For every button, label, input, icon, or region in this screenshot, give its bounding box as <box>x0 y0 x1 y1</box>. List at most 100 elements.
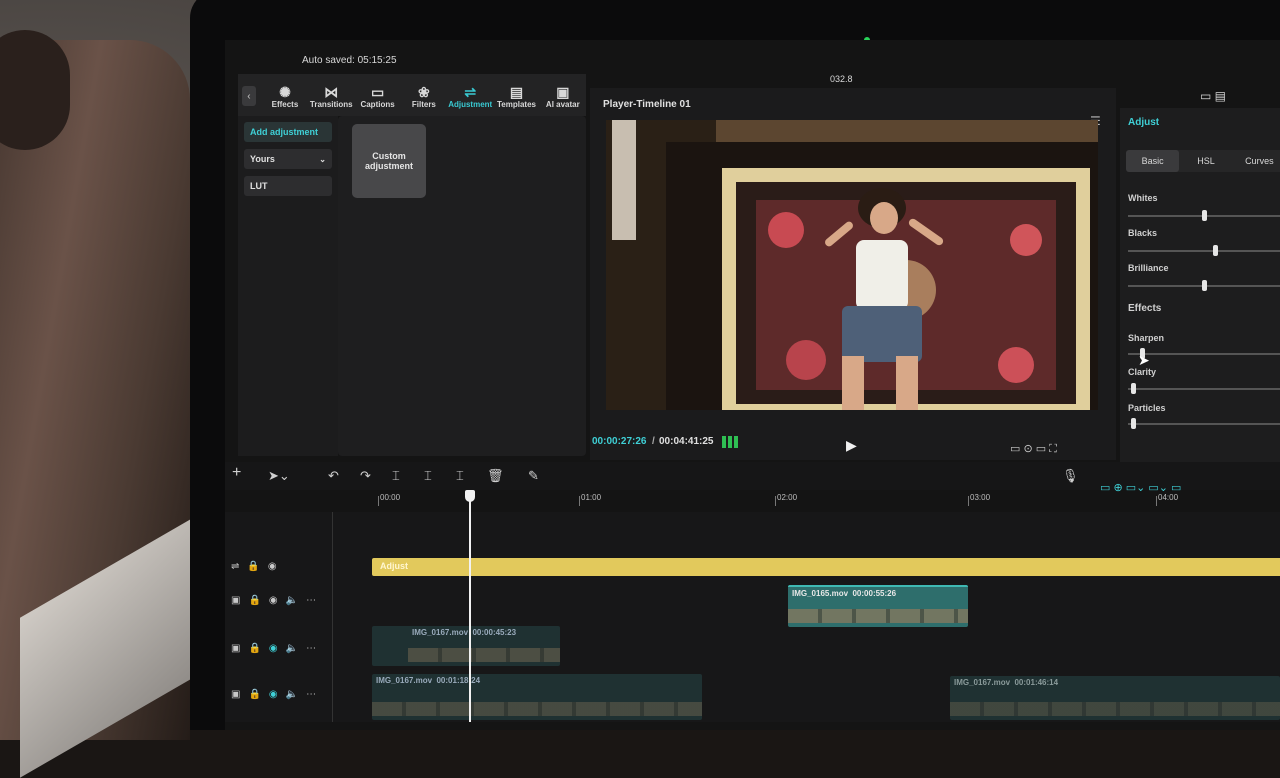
video-clip[interactable]: IMG_0167.mov 00:01:18:24 <box>372 674 702 720</box>
ruler-label: 01:00 <box>581 493 601 502</box>
add-adjustment-button[interactable]: Add adjustment <box>244 122 332 142</box>
tab-ai-avatar[interactable]: ▣AI avatar <box>540 76 586 116</box>
speaker-icon[interactable]: 🔈 <box>286 595 298 606</box>
clip-thumbnails <box>408 648 560 662</box>
ruler-tick <box>1156 496 1157 506</box>
effects-icon: ✺ <box>279 84 291 100</box>
clarity-knob[interactable] <box>1131 383 1136 394</box>
tab-adjustment[interactable]: ⇌Adjustment <box>447 76 493 116</box>
eye-icon[interactable]: ◉ <box>269 643 278 654</box>
ai-avatar-icon: ▣ <box>556 84 569 100</box>
sharpen-slider[interactable] <box>1128 353 1280 355</box>
tab-hsl[interactable]: HSL <box>1179 150 1232 172</box>
track-header-video-3: ▣ 🔒 ◉ 🔈 ⋯ <box>225 676 333 712</box>
back-arrow-icon[interactable]: ‹ <box>242 86 256 106</box>
chevron-down-icon: ⌄ <box>319 155 326 164</box>
adjust-tabs: Basic HSL Curves <box>1126 150 1280 172</box>
particles-label: Particles <box>1128 403 1166 413</box>
ruler-label: 02:00 <box>777 493 797 502</box>
magic-edit-icon[interactable]: ✎ <box>528 468 539 484</box>
ruler-tick <box>968 496 969 506</box>
custom-adjustment-card[interactable]: Custom adjustment <box>352 124 426 198</box>
clip-name: IMG_0165.mov 00:00:55:26 <box>792 589 896 598</box>
playhead-handle[interactable] <box>465 490 475 502</box>
play-icon[interactable]: ▶ <box>846 437 857 454</box>
microphone-icon[interactable]: 🎙 <box>1062 468 1079 484</box>
playhead[interactable] <box>469 490 471 722</box>
yours-dropdown[interactable]: Yours⌄ <box>244 149 332 169</box>
clarity-slider[interactable] <box>1128 388 1280 390</box>
delete-icon[interactable]: 🗑 <box>487 468 504 484</box>
particles-slider[interactable] <box>1128 423 1280 425</box>
select-tool-icon[interactable]: ➤⌄ <box>268 468 290 484</box>
brilliance-slider[interactable] <box>1128 285 1280 287</box>
brilliance-knob[interactable] <box>1202 280 1207 291</box>
captions-icon: ▭ <box>371 84 384 100</box>
video-preview <box>606 120 1098 410</box>
clip-name: IMG_0167.mov 00:01:18:24 <box>376 676 480 685</box>
blacks-slider[interactable] <box>1128 250 1280 252</box>
lock-icon[interactable]: 🔒 <box>248 643 260 654</box>
more-icon[interactable]: ⋯ <box>306 595 316 606</box>
lut-item[interactable]: LUT <box>244 176 332 196</box>
tab-captions[interactable]: ▭Captions <box>354 76 400 116</box>
effects-section-title: Effects <box>1128 303 1161 314</box>
tab-templates[interactable]: ▤Templates <box>493 76 539 116</box>
clip-thumbnails <box>372 702 702 716</box>
add-icon[interactable]: + <box>232 464 241 482</box>
tab-curves[interactable]: Curves <box>1233 150 1280 172</box>
video-frame <box>606 120 1098 410</box>
eye-icon[interactable]: ◉ <box>269 595 278 606</box>
speaker-icon[interactable]: 🔈 <box>286 689 298 700</box>
track-icon: ▣ <box>231 595 240 606</box>
ruler-tick <box>378 496 379 506</box>
track-header-video-1: ▣ 🔒 ◉ 🔈 ⋯ <box>225 582 333 618</box>
player-controls-icons[interactable]: ▭ ⊙ ▭ ⛶ <box>1010 442 1057 456</box>
adjustment-clip-label: Adjust <box>380 561 408 571</box>
video-clip[interactable]: IMG_0167.mov 00:00:45:23 <box>372 626 560 666</box>
tab-filters[interactable]: ❀Filters <box>401 76 447 116</box>
video-clip[interactable]: IMG_0165.mov 00:00:55:26 <box>788 585 968 627</box>
adjustment-icon: ⇌ <box>464 84 476 100</box>
ruler-label: 03:00 <box>970 493 990 502</box>
undo-icon[interactable]: ↶ <box>328 468 339 484</box>
eye-icon[interactable]: ◉ <box>269 689 278 700</box>
track-icon: ▣ <box>231 689 240 700</box>
eye-icon[interactable]: ◉ <box>268 561 277 572</box>
ruler-tick <box>579 496 580 506</box>
tab-transitions[interactable]: ⋈Transitions <box>308 76 354 116</box>
ruler-tick <box>775 496 776 506</box>
whites-label: Whites <box>1128 193 1158 203</box>
brilliance-label: Brilliance <box>1128 263 1169 273</box>
more-icon[interactable]: ⋯ <box>306 689 316 700</box>
lock-icon[interactable]: 🔒 <box>248 689 260 700</box>
whites-slider[interactable] <box>1128 215 1280 217</box>
mouse-cursor-icon: ➤ <box>1138 352 1150 369</box>
speaker-icon[interactable]: 🔈 <box>286 643 298 654</box>
blacks-label: Blacks <box>1128 228 1157 238</box>
blacks-knob[interactable] <box>1213 245 1218 256</box>
clip-thumbnails <box>950 702 1280 716</box>
adjust-track-icon: ⇌ <box>231 561 239 572</box>
lock-icon[interactable]: 🔒 <box>247 561 259 572</box>
transitions-icon: ⋈ <box>324 84 338 100</box>
ruler-label: 00:00 <box>380 493 400 502</box>
track-icon: ▣ <box>231 643 240 654</box>
particles-knob[interactable] <box>1131 418 1136 429</box>
split-left-icon[interactable]: ⌶ <box>424 468 432 484</box>
split-right-icon[interactable]: ⌶ <box>456 468 464 484</box>
media-tabs: ‹ ✺Effects ⋈Transitions ▭Captions ❀Filte… <box>238 74 586 116</box>
lock-icon[interactable]: 🔒 <box>248 595 260 606</box>
more-icon[interactable]: ⋯ <box>306 643 316 654</box>
adjustment-clip[interactable]: Adjust <box>372 558 1280 576</box>
split-icon[interactable]: ⌶ <box>392 468 400 484</box>
track-header-adjust: ⇌ 🔒 ◉ <box>225 548 333 584</box>
whites-knob[interactable] <box>1202 210 1207 221</box>
layout-icon[interactable]: ▭ ▤ <box>1200 89 1226 103</box>
video-clip[interactable]: IMG_0167.mov 00:01:46:14 <box>950 676 1280 720</box>
sharpen-label: Sharpen <box>1128 333 1164 343</box>
redo-icon[interactable]: ↷ <box>360 468 371 484</box>
tab-basic[interactable]: Basic <box>1126 150 1179 172</box>
clip-name: IMG_0167.mov 00:01:46:14 <box>954 678 1058 687</box>
tab-effects[interactable]: ✺Effects <box>262 76 308 116</box>
